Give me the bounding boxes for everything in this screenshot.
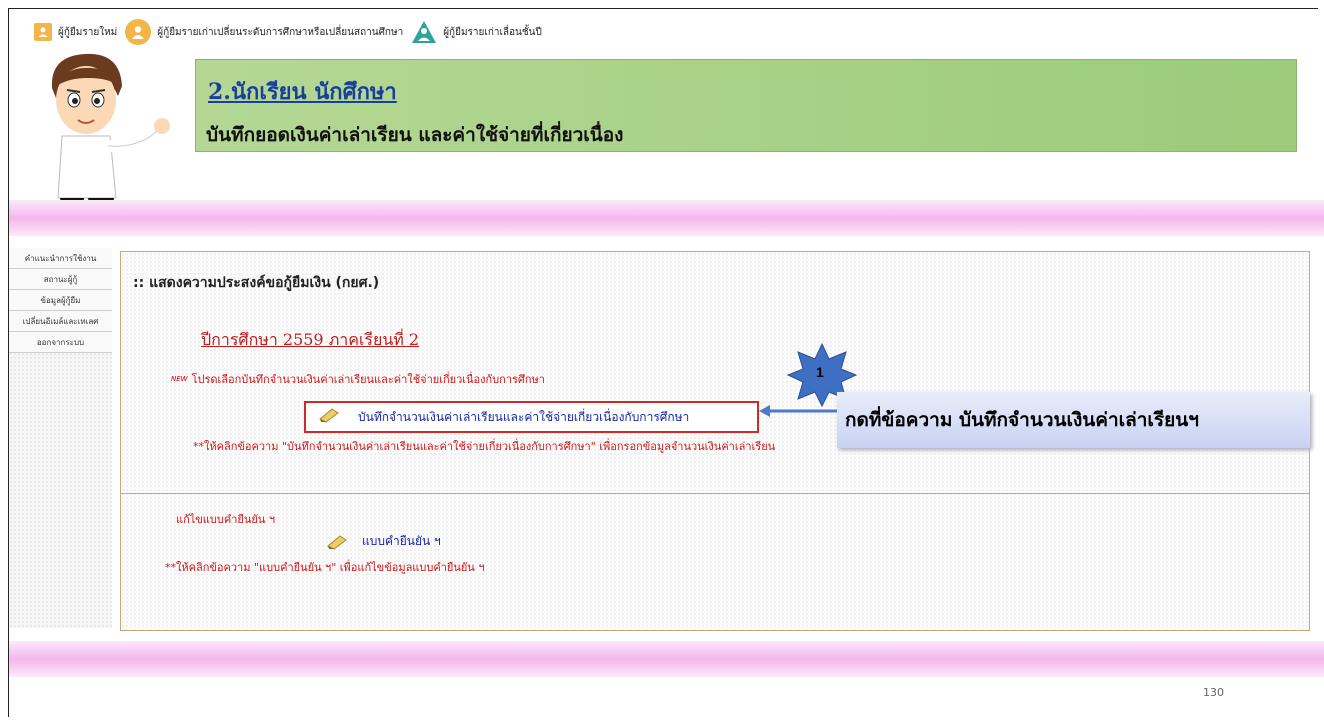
nav-new-borrower[interactable]: ผู้กู้ยืมรายใหม่ [34,23,117,41]
user-circle-icon [125,19,152,45]
instruction-callout: กดที่ข้อความ บันทึกจำนวนเงินค่าเล่าเรียน… [837,392,1310,448]
page-number: 130 [1203,686,1224,699]
confirmation-hint-text: **ให้คลิกข้อความ "แบบคำยืนยัน ฯ" เพื่อแก… [165,561,485,574]
instruction-text: NEW โปรดเลือกบันทึกจำนวนเงินค่าเล่าเรียน… [171,370,545,388]
instruction-label: โปรดเลือกบันทึกจำนวนเงินค่าเล่าเรียนและค… [191,373,545,386]
sidebar: คำแนะนำการใช้งาน สถานะผู้กู้ ข้อมูลผู้กู… [9,248,112,628]
nav-change-level-label: ผู้กู้ยืมรายเก่าเปลี่ยนระดับการศึกษาหรือ… [157,26,404,38]
edit-confirmation-label: แก้ไขแบบคำยืนยัน ฯ [176,513,275,526]
user-icon [34,23,52,41]
footer-band [9,641,1324,677]
sidebar-item-label: ออกจากระบบ [36,337,85,347]
sidebar-item-label: เปลี่ยนอีเมล์และเทเลศ [22,316,99,326]
page-subtitle: บันทึกยอดเงินค่าเล่าเรียน และค่าใช้จ่ายท… [206,124,624,146]
header-band [9,200,1324,236]
confirmation-form-link-label: แบบคำยืนยัน ฯ [362,534,441,548]
sidebar-item-borrower-info[interactable]: ข้อมูลผู้กู้ยืม [9,290,112,311]
nav-change-level[interactable]: ผู้กู้ยืมรายเก่าเปลี่ยนระดับการศึกษาหรือ… [125,19,403,45]
record-tuition-link[interactable]: บันทึกจำนวนเงินค่าเล่าเรียนและค่าใช้จ่าย… [304,401,759,433]
pencil-icon [327,534,347,550]
nav-promote-year[interactable]: ผู้กู้ยืมรายเก่าเลื่อนชั้นปี [411,20,542,44]
sidebar-item-change-email[interactable]: เปลี่ยนอีเมล์และเทเลศ [9,311,112,332]
user-triangle-icon [411,20,437,44]
top-nav: ผู้กู้ยืมรายใหม่ ผู้กู้ยืมรายเก่าเปลี่ยน… [34,19,542,45]
record-hint-text: **ให้คลิกข้อความ "บันทึกจำนวนเงินค่าเล่า… [193,440,776,453]
sidebar-item-label: คำแนะนำการใช้งาน [24,253,97,263]
arrow-left-icon [759,405,838,417]
sidebar-item-label: ข้อมูลผู้กู้ยืม [40,295,81,305]
sidebar-item-logout[interactable]: ออกจากระบบ [9,332,112,353]
step-number: 1 [816,364,824,380]
header-banner: 2.นักเรียน นักศึกษา บันทึกยอดเงินค่าเล่า… [195,59,1297,152]
sidebar-item-status[interactable]: สถานะผู้กู้ [9,269,112,290]
page-title: 2.นักเรียน นักศึกษา [208,79,397,105]
nav-promote-year-label: ผู้กู้ยืมรายเก่าเลื่อนชั้นปี [443,26,542,38]
new-badge: NEW [171,375,188,383]
section-title: :: แสดงความประสงค์ขอกู้ยืมเงิน (กยศ.) [133,275,380,291]
section-divider [121,493,1309,494]
sidebar-item-guide[interactable]: คำแนะนำการใช้งาน [9,248,112,269]
pencil-icon [318,407,340,427]
record-tuition-link-label: บันทึกจำนวนเงินค่าเล่าเรียนและค่าใช้จ่าย… [358,409,690,424]
academic-year-label: ปีการศึกษา 2559 ภาคเรียนที่ 2 [201,330,420,349]
nav-new-borrower-label: ผู้กู้ยืมรายใหม่ [58,26,118,38]
sidebar-item-label: สถานะผู้กู้ [43,274,78,284]
confirmation-form-link[interactable]: แบบคำยืนยัน ฯ [326,532,441,551]
